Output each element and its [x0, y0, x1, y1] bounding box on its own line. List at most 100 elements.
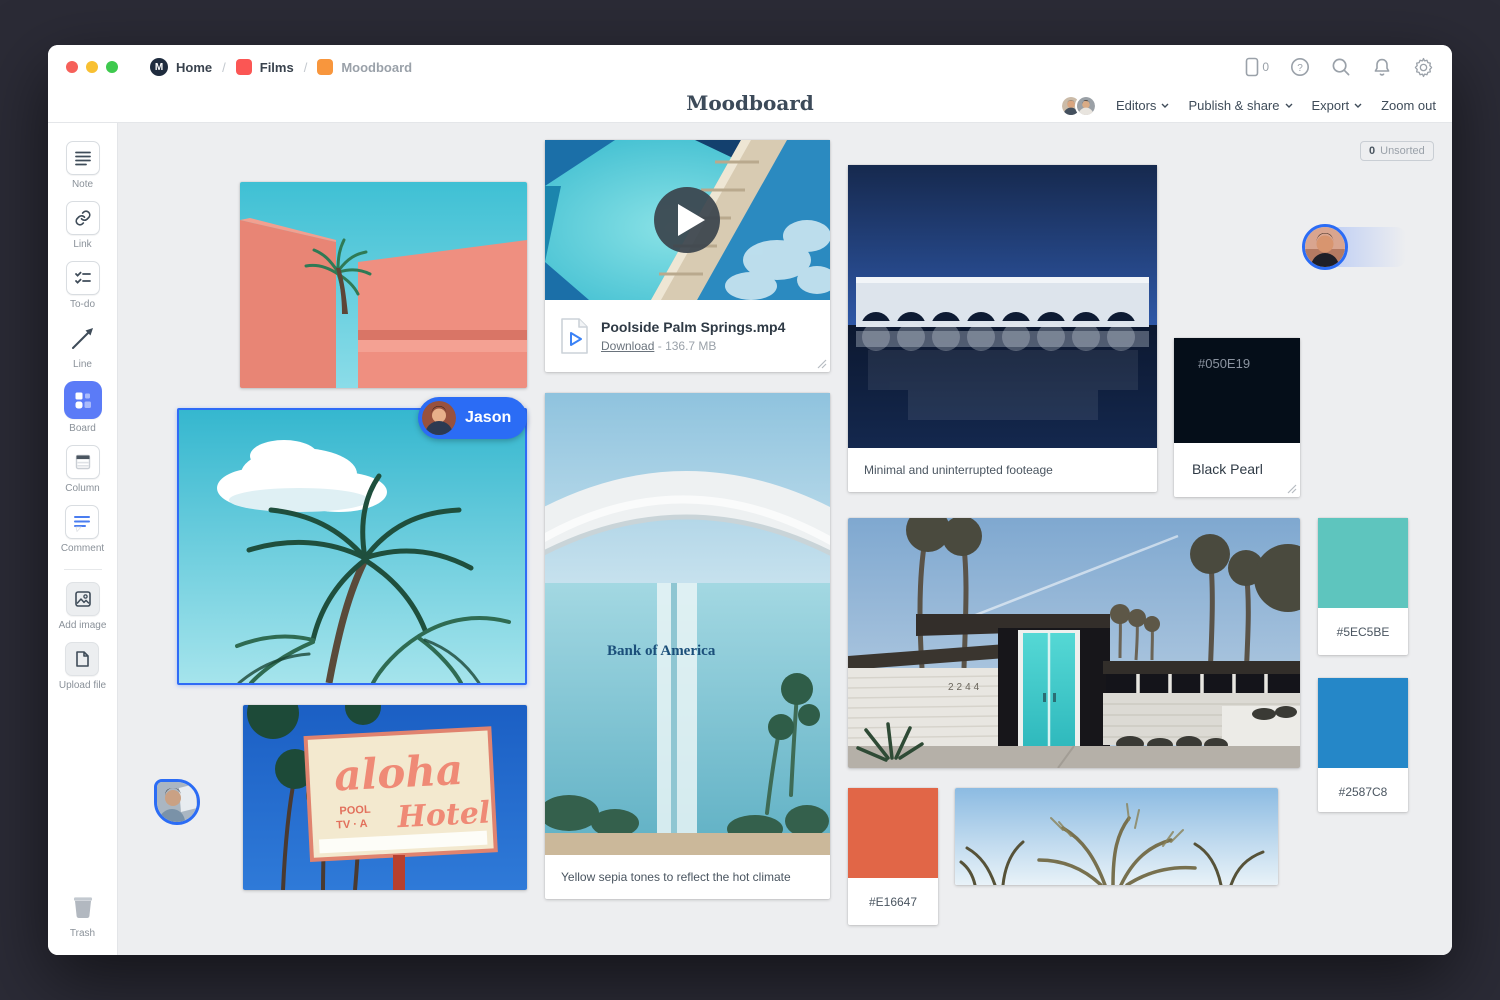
editor-avatar — [1075, 95, 1097, 117]
image-card-midcentury-house[interactable]: 2244 — [848, 518, 1300, 768]
breadcrumb-films[interactable]: Films — [236, 59, 294, 75]
palm-sky-image — [179, 410, 525, 683]
minimize-window-button[interactable] — [86, 61, 98, 73]
tool-upload-file[interactable]: Upload file — [59, 642, 106, 691]
palm-fronds-image — [955, 788, 1278, 885]
board-icon — [73, 390, 93, 410]
image-card-coral-building[interactable] — [240, 182, 527, 388]
moodboard-board-icon — [317, 59, 333, 75]
editors-avatars[interactable] — [1060, 95, 1097, 117]
resize-handle[interactable] — [817, 359, 827, 369]
swatch-color-blue — [1318, 678, 1408, 768]
collaborator-name: Jason — [465, 409, 511, 427]
coral-building-image — [240, 182, 527, 388]
tool-note-label: Note — [72, 179, 93, 190]
line-arrow-icon — [70, 325, 96, 351]
tool-line[interactable]: Line — [66, 321, 100, 370]
tool-column[interactable]: Column — [65, 445, 99, 494]
export-button[interactable]: Export — [1312, 98, 1363, 113]
download-link[interactable]: Download — [601, 339, 654, 353]
breadcrumb: M Home / Films / Moodboard — [150, 58, 412, 76]
image-card-aloha-hotel[interactable]: aloha Hotel POOL TV · A — [243, 705, 527, 890]
midcentury-house-image: 2244 — [848, 518, 1300, 768]
publish-share-label: Publish & share — [1188, 98, 1279, 113]
swatch-color-orange — [848, 788, 938, 878]
aloha-tv-text: TV · A — [336, 818, 368, 832]
chevron-down-icon — [1285, 103, 1293, 108]
mobile-device-button[interactable]: 0 — [1245, 57, 1269, 77]
image-card-blue-palace[interactable]: Minimal and uninterrupted footeage — [848, 165, 1157, 492]
export-label: Export — [1312, 98, 1350, 113]
swatch-hex-label: #E16647 — [848, 878, 938, 909]
close-window-button[interactable] — [66, 61, 78, 73]
upload-file-icon — [73, 650, 91, 668]
aloha-pool-text: POOL — [339, 804, 371, 818]
tool-link-label: Link — [73, 239, 91, 250]
zoom-out-label: Zoom out — [1381, 98, 1436, 113]
column-icon — [74, 453, 92, 471]
todo-icon — [74, 269, 92, 287]
blue-palace-image — [848, 165, 1157, 448]
collaborator-avatar — [1305, 227, 1345, 267]
swatch-hex-label: #2587C8 — [1318, 768, 1408, 799]
breadcrumb-home[interactable]: M Home — [150, 58, 212, 76]
swatch-color-teal — [1318, 518, 1408, 608]
maximize-window-button[interactable] — [106, 61, 118, 73]
tool-board-active[interactable]: Board — [64, 381, 102, 434]
search-icon — [1331, 57, 1351, 77]
color-swatch-card-black-pearl[interactable]: #050E19 Black Pearl — [1174, 338, 1300, 497]
phone-icon — [1245, 57, 1259, 77]
publish-share-button[interactable]: Publish & share — [1188, 98, 1292, 113]
color-swatch-card-blue[interactable]: #2587C8 — [1318, 678, 1408, 812]
video-card[interactable]: Poolside Palm Springs.mp4 Download - 136… — [545, 140, 830, 372]
gear-icon — [1413, 57, 1434, 78]
resize-handle[interactable] — [1287, 484, 1297, 494]
color-swatch-card-teal[interactable]: #5EC5BE — [1318, 518, 1408, 655]
breadcrumb-separator: / — [304, 60, 308, 75]
image-card-palm-fronds[interactable] — [955, 788, 1278, 885]
swatch-name-label: Black Pearl — [1174, 443, 1300, 477]
image-card-bank-building[interactable]: Bank of America Yellow sepia tones to re… — [545, 393, 830, 899]
notifications-button[interactable] — [1372, 57, 1392, 77]
collaborator-cursor-jason: Jason — [418, 397, 527, 439]
tool-comment[interactable]: Comment — [61, 505, 104, 554]
films-board-icon — [236, 59, 252, 75]
comment-icon — [72, 512, 92, 532]
board-header: Moodboard Editors Publish & share Export… — [48, 89, 1452, 123]
unsorted-label: Unsorted — [1380, 145, 1425, 157]
jason-avatar — [422, 401, 456, 435]
swatch-color-black-pearl: #050E19 — [1174, 338, 1300, 443]
titlebar-actions: 0 ? — [1245, 57, 1434, 78]
tool-upload-file-label: Upload file — [59, 680, 106, 691]
zoom-out-button[interactable]: Zoom out — [1381, 98, 1436, 113]
tool-line-label: Line — [73, 359, 92, 370]
tool-add-image[interactable]: Add image — [59, 582, 107, 631]
tool-todo[interactable]: To-do — [66, 261, 100, 310]
bank-building-image: Bank of America — [545, 393, 830, 855]
editors-menu-button[interactable]: Editors — [1116, 98, 1169, 113]
tool-column-label: Column — [65, 483, 99, 494]
link-icon — [74, 209, 92, 227]
color-swatch-card-orange[interactable]: #E16647 — [848, 788, 938, 925]
board-canvas[interactable]: 0 Unsorted — [118, 123, 1452, 955]
trash-dropzone[interactable]: Trash — [66, 890, 100, 939]
settings-button[interactable] — [1413, 57, 1434, 78]
image-caption[interactable]: Minimal and uninterrupted footeage — [848, 448, 1157, 492]
tool-note[interactable]: Note — [66, 141, 100, 190]
image-caption[interactable]: Yellow sepia tones to reflect the hot cl… — [545, 855, 830, 899]
video-file-info: Poolside Palm Springs.mp4 Download - 136… — [545, 300, 830, 372]
unsorted-badge[interactable]: 0 Unsorted — [1360, 141, 1434, 161]
tool-todo-label: To-do — [70, 299, 95, 310]
video-file-size: 136.7 MB — [665, 339, 716, 353]
breadcrumb-moodboard[interactable]: Moodboard — [317, 59, 412, 75]
tool-link[interactable]: Link — [66, 201, 100, 250]
tool-add-image-label: Add image — [59, 620, 107, 631]
swatch-hex-label: #050E19 — [1174, 338, 1300, 371]
window-titlebar: M Home / Films / Moodboard 0 ? — [48, 45, 1452, 89]
bell-icon — [1372, 57, 1392, 77]
help-button[interactable]: ? — [1290, 57, 1310, 77]
search-button[interactable] — [1331, 57, 1351, 77]
breadcrumb-home-label: Home — [176, 60, 212, 75]
image-card-palm-selected[interactable] — [177, 408, 527, 685]
video-file-icon — [559, 317, 589, 355]
